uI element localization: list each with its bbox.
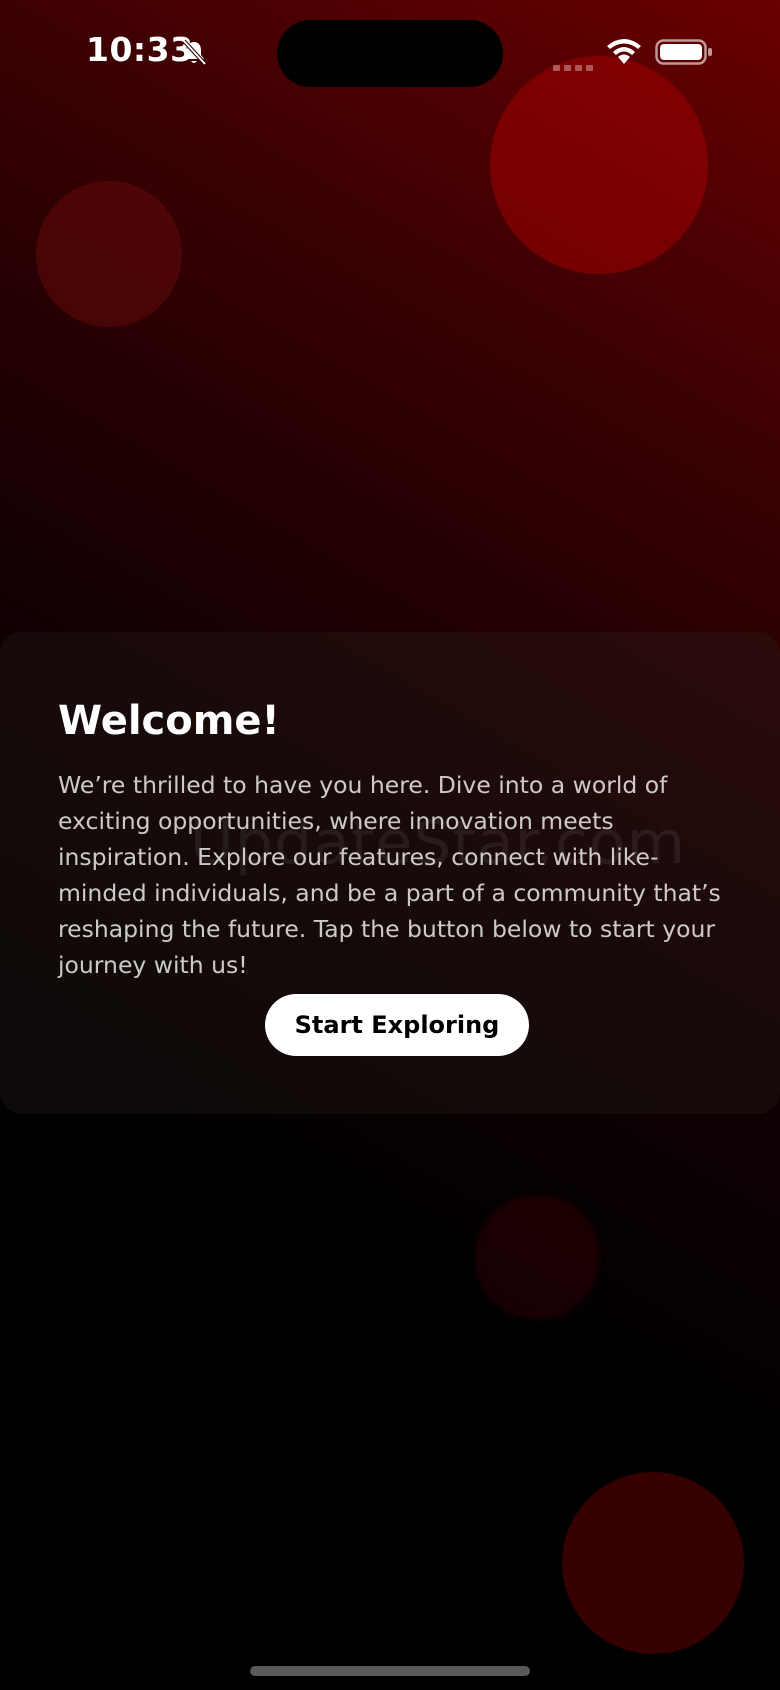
decorative-bubble [562,1472,744,1654]
dynamic-island [277,20,503,87]
welcome-card: Welcome! We’re thrilled to have you here… [0,632,780,1114]
wifi-icon [605,38,643,66]
home-indicator[interactable] [250,1666,530,1676]
decorative-bubble [36,181,182,327]
welcome-screen: 10:33 Welcome! We’re thrilled to have yo… [0,0,780,1690]
status-time: 10:33 [86,30,194,69]
welcome-description: We’re thrilled to have you here. Dive in… [58,771,721,979]
status-bar: 10:33 [0,0,780,105]
welcome-title: Welcome! [58,698,280,744]
cellular-signal-icon [553,56,593,71]
bell-slash-icon [180,38,208,66]
battery-icon [655,38,713,66]
decorative-bubble [475,1195,600,1320]
start-exploring-button[interactable]: Start Exploring [265,994,529,1056]
